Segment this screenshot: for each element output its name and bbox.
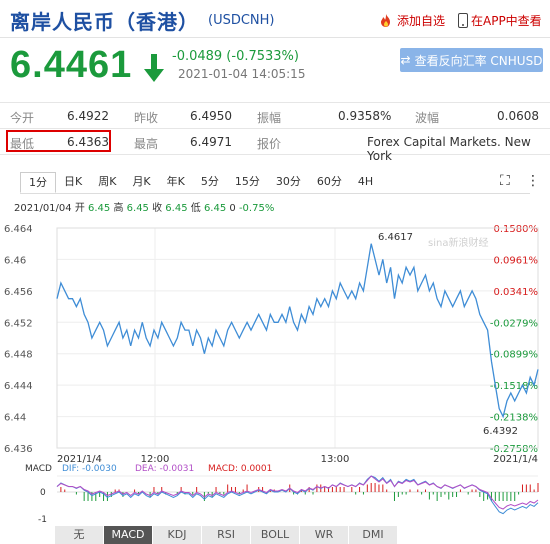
tab-period[interactable]: 周K — [90, 172, 124, 193]
macd-neg-label: -1 — [38, 515, 47, 524]
current-price: 6.4461 — [10, 44, 133, 86]
indicator-tab[interactable]: WR — [300, 526, 349, 544]
wave-label: 波幅 — [415, 111, 440, 125]
source-label: 报价 — [257, 137, 282, 151]
prev-close-value: 6.4950 — [190, 109, 232, 123]
macd-zero-label: 0 — [40, 488, 46, 498]
add-watchlist-label: 添加自选 — [397, 14, 446, 28]
macd-dif: DIF: -0.0030 — [62, 464, 117, 474]
low-small-value: 6.45 — [203, 203, 227, 214]
header: 离岸人民币（香港） (USDCNH) 添加自选 在APP中查看 — [0, 0, 550, 38]
macd-dea: DEA: -0.0031 — [135, 464, 194, 474]
tab-period[interactable]: 60分 — [309, 172, 350, 193]
y-tick-label: 6.464 — [4, 224, 33, 235]
pct-value: -0.75% — [238, 203, 275, 214]
y-tick-label: 6.44 — [4, 413, 26, 424]
y-tick-label: 6.456 — [4, 287, 33, 298]
y-tick-label: 6.46 — [4, 255, 26, 266]
open-small-label: 开 — [74, 203, 85, 214]
y-tick-label: 6.444 — [4, 381, 33, 392]
price-line — [56, 243, 539, 419]
indicator-tab[interactable]: KDJ — [153, 526, 202, 544]
phone-icon — [458, 13, 468, 28]
low-small-label: 低 — [190, 203, 201, 214]
pct-tick-label: -0.1518% — [490, 381, 538, 392]
quote-date: 2021/01/04 — [14, 203, 72, 214]
swap-icon: ⇄ — [400, 53, 411, 67]
indicator-tabs: 无 MACD KDJ RSI BOLL WR DMI — [55, 526, 398, 544]
price-chart: 6.464 6.46 6.456 6.452 6.448 6.444 6.44 6.436 0.… — [4, 224, 539, 524]
pct-tick-label: 0.0961% — [494, 255, 539, 266]
tab-period[interactable]: 月K — [124, 172, 158, 193]
fullscreen-icon[interactable]: ⛶ — [500, 173, 510, 189]
high-small-label: 高 — [113, 203, 124, 214]
source-value: Forex Capital Markets. New York — [367, 135, 531, 163]
view-in-app-label: 在APP中查看 — [471, 14, 542, 28]
macd-value: MACD: 0.0001 — [208, 464, 272, 474]
pct-tick-label: 0.0341% — [494, 287, 539, 298]
wave-value: 0.0608 — [497, 109, 539, 123]
high-small-value: 6.45 — [126, 203, 149, 214]
x-tick-label: 2021/1/4 — [493, 454, 538, 465]
quote-time: 2021-01-04 14:05:15 — [178, 67, 306, 81]
volume-value: 0 — [229, 203, 236, 214]
tab-period[interactable]: 1分 — [20, 172, 56, 193]
tab-period[interactable]: 5分 — [193, 172, 227, 193]
y-tick-label: 6.452 — [4, 318, 33, 329]
pct-tick-label: -0.0899% — [490, 350, 538, 361]
price-change: -0.0489 (-0.7533%) — [172, 49, 299, 64]
macd-label: MACD — [25, 464, 52, 474]
amplitude-value: 0.9358% — [338, 109, 392, 123]
arrow-down-icon — [144, 54, 164, 82]
pct-tick-label: -0.2138% — [490, 413, 538, 424]
high-label: 最高 — [134, 137, 159, 151]
reverse-rate-button[interactable]: ⇄ 查看反向汇率 CNHUSD — [400, 48, 543, 72]
low-highlight-box — [6, 130, 111, 152]
period-tabs: 1分 日K 周K 月K 年K 5分 15分 30分 60分 4H — [20, 172, 530, 194]
indicator-tab[interactable]: BOLL — [251, 526, 300, 544]
prev-close-label: 昨收 — [134, 111, 159, 125]
min-label: 6.4392 — [483, 426, 518, 437]
open-value: 6.4922 — [67, 109, 109, 123]
x-tick-label: 13:00 — [321, 454, 350, 465]
close-small-value: 6.45 — [165, 203, 188, 214]
page-title: 离岸人民币（香港） — [10, 10, 199, 34]
tab-period[interactable]: 年K — [159, 172, 193, 193]
open-label: 今开 — [10, 111, 35, 125]
reverse-rate-label: 查看反向汇率 CNHUSD — [414, 53, 543, 68]
indicator-tab[interactable]: DMI — [349, 526, 398, 544]
max-label: 6.4617 — [378, 232, 413, 243]
high-value: 6.4971 — [190, 135, 232, 149]
pct-tick-label: 0.1580% — [494, 224, 539, 235]
watermark: sina新浪财经 — [428, 236, 488, 249]
open-small-value: 6.45 — [88, 203, 111, 214]
y-tick-label: 6.436 — [4, 444, 33, 455]
indicator-tab[interactable]: RSI — [202, 526, 251, 544]
amplitude-label: 振幅 — [257, 111, 282, 125]
close-small-label: 收 — [152, 203, 163, 214]
indicator-tab[interactable]: 无 — [55, 526, 104, 544]
symbol-code: (USDCNH) — [208, 13, 275, 28]
more-icon[interactable]: ⋮ — [526, 173, 540, 189]
quote-line: 2021/01/04 开 6.45 高 6.45 收 6.45 低 6.45 0… — [14, 199, 274, 214]
add-watchlist-button[interactable]: 添加自选 — [378, 12, 445, 29]
tab-period[interactable]: 15分 — [227, 172, 268, 193]
tab-period[interactable]: 30分 — [268, 172, 309, 193]
tab-period[interactable]: 4H — [350, 172, 381, 193]
indicator-tab[interactable]: MACD — [104, 526, 153, 544]
flame-icon — [381, 13, 390, 27]
view-in-app-button[interactable]: 在APP中查看 — [458, 12, 542, 29]
pct-tick-label: -0.0279% — [490, 318, 538, 329]
tab-period[interactable]: 日K — [56, 172, 90, 193]
y-tick-label: 6.448 — [4, 350, 33, 361]
stats-row: 今开 6.4922 昨收 6.4950 振幅 0.9358% 波幅 0.0608 — [0, 103, 550, 129]
